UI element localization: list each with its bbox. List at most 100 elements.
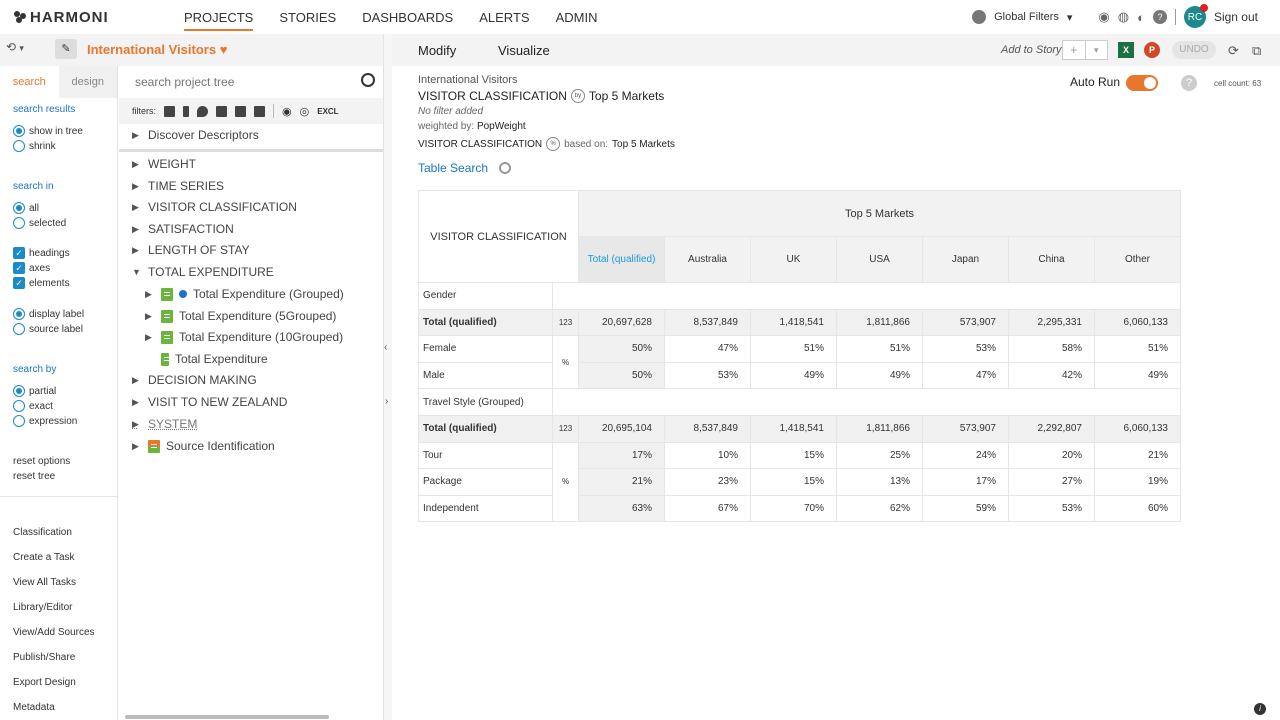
eye-icon[interactable]: ◉ [282,105,292,118]
elements-checkbox[interactable]: ✓ elements [13,277,70,289]
chevron-right-icon[interactable]: › [385,396,388,407]
tag-filter-icon[interactable] [235,105,247,117]
info-icon[interactable] [179,290,187,298]
refresh-icon[interactable]: ⟳ [1228,43,1239,59]
column-header[interactable]: Total (qualified) [578,236,665,283]
brain-icon[interactable]: ◍ [1118,9,1129,25]
tree-node-weight[interactable]: ▶ WEIGHT [132,157,196,171]
tree-node-decision-making[interactable]: ▶ DECISION MAKING [132,373,257,387]
avatar[interactable]: RC [1183,4,1208,28]
type-filter-icon[interactable] [216,105,228,117]
edit-button[interactable]: ✎ [55,39,77,59]
headings-checkbox[interactable]: ✓ headings [13,247,70,259]
nav-publish-share[interactable]: Publish/Share [13,652,75,663]
info-icon[interactable]: i [1254,703,1266,715]
percent-icon[interactable]: % [546,137,561,151]
tree-node-source-identification[interactable]: ▶ Source Identification [132,439,275,453]
column-header[interactable]: Other [1094,236,1181,283]
tree-node-system[interactable]: ▶ SYSTEM [132,417,197,431]
nav-projects[interactable]: PROJECTS [184,10,254,31]
search-by-partial[interactable]: partial [13,385,56,397]
history-button[interactable]: ⟲ ▾ [6,40,24,54]
exclude-filter[interactable]: EXCL [317,107,338,116]
reset-tree-link[interactable]: reset tree [13,471,55,482]
tree-node-time-series[interactable]: ▶ TIME SERIES [132,179,224,193]
table-search-link[interactable]: Table Search [418,161,488,175]
nav-view-all-tasks[interactable]: View All Tasks [13,577,76,588]
nav-admin[interactable]: ADMIN [556,10,598,31]
tree-node-total-expenditure-raw[interactable]: Total Expenditure [161,352,268,366]
add-to-story-button[interactable]: + ▾ [1062,40,1108,60]
table-cell: 53% [664,361,751,390]
nav-stories[interactable]: STORIES [279,10,336,31]
tab-visualize[interactable]: Visualize [498,43,550,58]
nav-create-task[interactable]: Create a Task [13,552,75,563]
nav-library-editor[interactable]: Library/Editor [13,602,72,613]
column-header[interactable]: China [1008,236,1095,283]
column-header[interactable]: USA [836,236,923,283]
search-in-selected[interactable]: selected [13,217,66,229]
auto-run-toggle[interactable] [1126,75,1158,91]
tree-node-visit-to-new-zealand[interactable]: ▶ VISIT TO NEW ZEALAND [132,395,287,409]
chevron-down-icon[interactable]: ▾ [1084,41,1108,59]
column-header[interactable]: Japan [922,236,1009,283]
weight-name[interactable]: PopWeight [477,121,526,132]
search-in-all[interactable]: all [13,202,39,214]
shrink-option[interactable]: shrink [13,140,56,152]
search-icon[interactable] [361,73,375,87]
tree-node-visitor-classification[interactable]: ▶ VISITOR CLASSIFICATION [132,200,297,214]
tab-design[interactable]: design [58,66,117,98]
nav-classification[interactable]: Classification [13,527,72,538]
tree-search-input[interactable] [135,75,355,89]
panel-splitter[interactable]: ‹ › [383,34,392,720]
column-header[interactable]: UK [750,236,837,283]
excel-export-icon[interactable]: X [1118,42,1134,58]
show-in-tree-option[interactable]: show in tree [13,125,83,137]
app-logo[interactable]: HARMONI [14,9,109,26]
column-filter-icon[interactable] [183,105,190,117]
tree-node-total-expenditure[interactable]: ▼ TOTAL EXPENDITURE [132,265,274,279]
help-icon[interactable]: ? [1181,75,1197,91]
tree-node-satisfaction[interactable]: ▶ SATISFACTION [132,222,234,236]
eye-off-icon[interactable]: ◎ [300,105,310,118]
tree-node-discover-descriptors[interactable]: ▶ Discover Descriptors [132,128,259,142]
popout-icon[interactable]: ⧉ [1252,43,1261,59]
powerpoint-export-icon[interactable]: P [1144,42,1160,58]
contrast-icon[interactable]: ◐ [1137,10,1145,25]
axes-checkbox[interactable]: ✓ axes [13,262,50,274]
heart-icon[interactable]: ♥ [220,42,228,57]
by-icon[interactable]: by [570,89,585,103]
column-header[interactable]: Australia [664,236,751,283]
display-label-option[interactable]: display label [13,308,84,320]
reset-options-link[interactable]: reset options [13,456,70,467]
plus-icon[interactable]: + [1063,41,1085,59]
tab-search[interactable]: search [0,66,59,98]
horizontal-scrollbar[interactable] [125,715,329,719]
tab-modify[interactable]: Modify [418,43,456,58]
nav-alerts[interactable]: ALERTS [479,10,529,31]
tree-node-total-expenditure-10grouped[interactable]: ▶ Total Expenditure (10Grouped) [145,330,343,344]
global-filters-button[interactable]: Global Filters [994,11,1059,23]
nav-view-add-sources[interactable]: View/Add Sources [13,627,95,638]
location-filter-icon[interactable] [197,105,209,117]
tree-node-total-expenditure-grouped[interactable]: ▶ Total Expenditure (Grouped) [145,287,344,301]
undo-button[interactable]: UNDO [1172,41,1216,59]
chevron-left-icon[interactable]: ‹ [384,342,387,353]
tree-node-length-of-stay[interactable]: ▶ LENGTH OF STAY [132,243,250,257]
tree-node-total-expenditure-5grouped[interactable]: ▶ Total Expenditure (5Grouped) [145,309,336,323]
section-header[interactable]: Gender [418,282,553,310]
section-header[interactable]: Travel Style (Grouped) [418,388,553,416]
nav-export-design[interactable]: Export Design [13,677,76,688]
nav-metadata[interactable]: Metadata [13,702,55,713]
help-icon[interactable]: ? [1152,10,1167,24]
source-label-option[interactable]: source label [13,323,83,335]
sign-out-link[interactable]: Sign out [1214,10,1258,24]
layout-filter-icon[interactable] [254,105,266,117]
eye-icon[interactable]: ◉ [1098,9,1109,25]
nav-dashboards[interactable]: DASHBOARDS [362,10,453,31]
search-by-exact[interactable]: exact [13,400,53,412]
grid-filter-icon[interactable] [164,105,176,117]
search-by-expression[interactable]: expression [13,415,77,427]
search-icon[interactable] [499,162,511,174]
column-banner-header[interactable]: Top 5 Markets [578,190,1181,237]
